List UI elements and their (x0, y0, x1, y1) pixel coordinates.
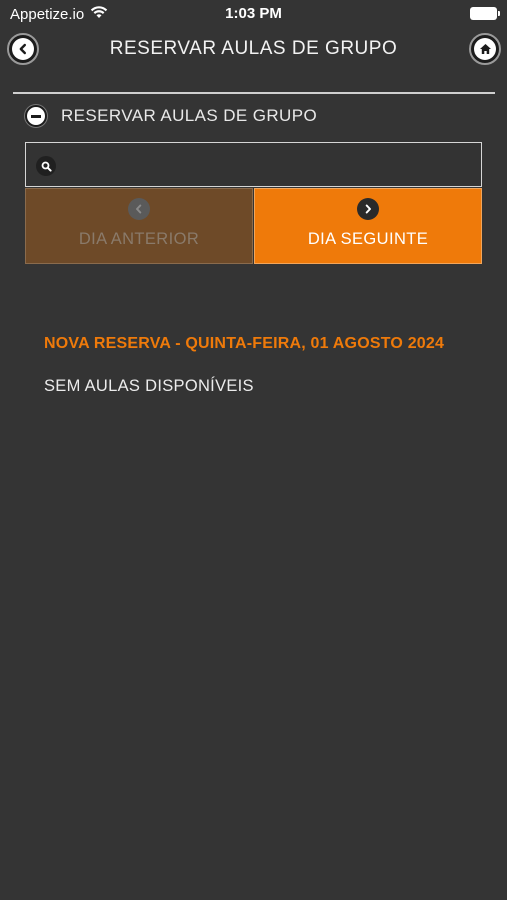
app-header: RESERVAR AULAS DE GRUPO (0, 28, 507, 72)
back-button[interactable] (7, 33, 39, 65)
next-day-label: DIA SEGUINTE (307, 230, 429, 248)
page-title: RESERVAR AULAS DE GRUPO (109, 38, 398, 59)
empty-state-message: SEM AULAS DISPONÍVEIS (44, 377, 254, 395)
section-header[interactable]: RESERVAR AULAS DE GRUPO (25, 104, 317, 128)
header-divider (13, 92, 495, 94)
previous-day-label: DIA ANTERIOR (78, 230, 200, 248)
search-box[interactable] (25, 142, 482, 187)
minus-circle-icon[interactable] (25, 105, 47, 127)
home-button[interactable] (469, 33, 501, 65)
search-icon (36, 156, 56, 176)
chevron-left-icon (12, 38, 34, 60)
previous-day-button[interactable]: DIA ANTERIOR (25, 188, 253, 264)
search-input[interactable] (66, 143, 481, 186)
chevron-left-icon (128, 198, 150, 220)
next-day-button[interactable]: DIA SEGUINTE (254, 188, 482, 264)
status-bar: Appetize.io 1:03 PM (0, 0, 507, 28)
section-title: RESERVAR AULAS DE GRUPO (61, 106, 318, 125)
battery-icon (470, 7, 500, 20)
chevron-right-icon (357, 198, 379, 220)
reservation-date-title: NOVA RESERVA - QUINTA-FEIRA, 01 AGOSTO 2… (44, 335, 445, 352)
home-icon (474, 38, 496, 60)
status-time: 1:03 PM (225, 5, 282, 22)
